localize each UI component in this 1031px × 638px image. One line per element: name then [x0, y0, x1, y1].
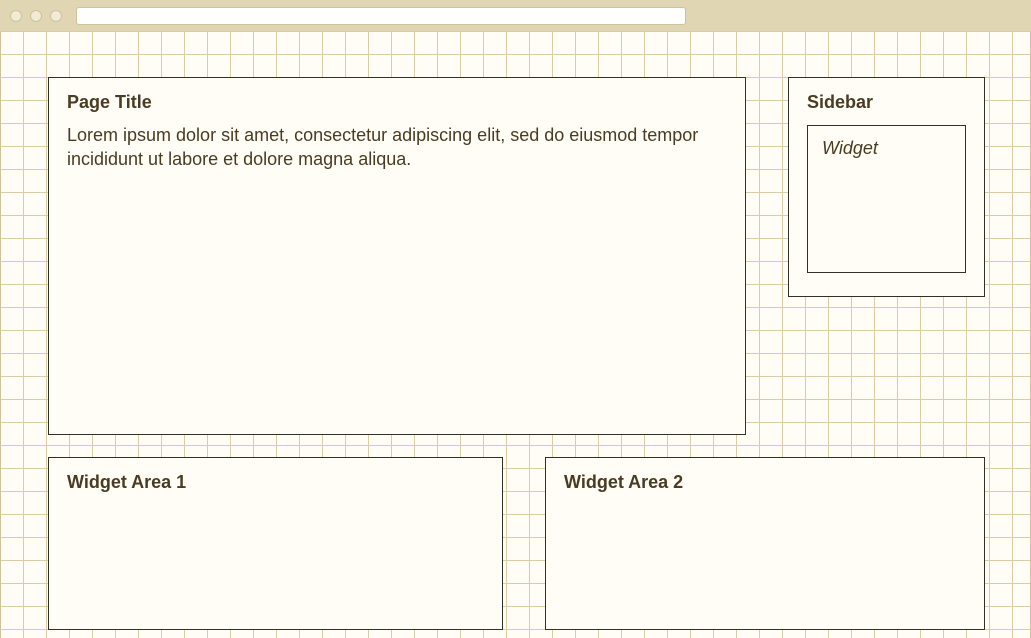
page-title: Page Title: [67, 92, 727, 113]
window-controls: [10, 10, 62, 22]
sidebar-title: Sidebar: [807, 92, 966, 113]
widget-area-1-panel: Widget Area 1: [48, 457, 503, 630]
widget-area-2-title: Widget Area 2: [564, 472, 966, 493]
main-content-panel: Page Title Lorem ipsum dolor sit amet, c…: [48, 77, 746, 435]
sidebar-panel: Sidebar Widget: [788, 77, 985, 297]
sidebar-widget: Widget: [807, 125, 966, 273]
sidebar-widget-label: Widget: [822, 138, 951, 159]
minimize-icon[interactable]: [30, 10, 42, 22]
widget-area-1-title: Widget Area 1: [67, 472, 484, 493]
page-body: Lorem ipsum dolor sit amet, consectetur …: [67, 123, 727, 172]
widget-area-2-panel: Widget Area 2: [545, 457, 985, 630]
wireframe-canvas: Page Title Lorem ipsum dolor sit amet, c…: [0, 32, 1031, 638]
browser-titlebar: [0, 0, 1031, 32]
maximize-icon[interactable]: [50, 10, 62, 22]
close-icon[interactable]: [10, 10, 22, 22]
browser-frame: Page Title Lorem ipsum dolor sit amet, c…: [0, 0, 1031, 638]
url-bar[interactable]: [76, 7, 686, 25]
